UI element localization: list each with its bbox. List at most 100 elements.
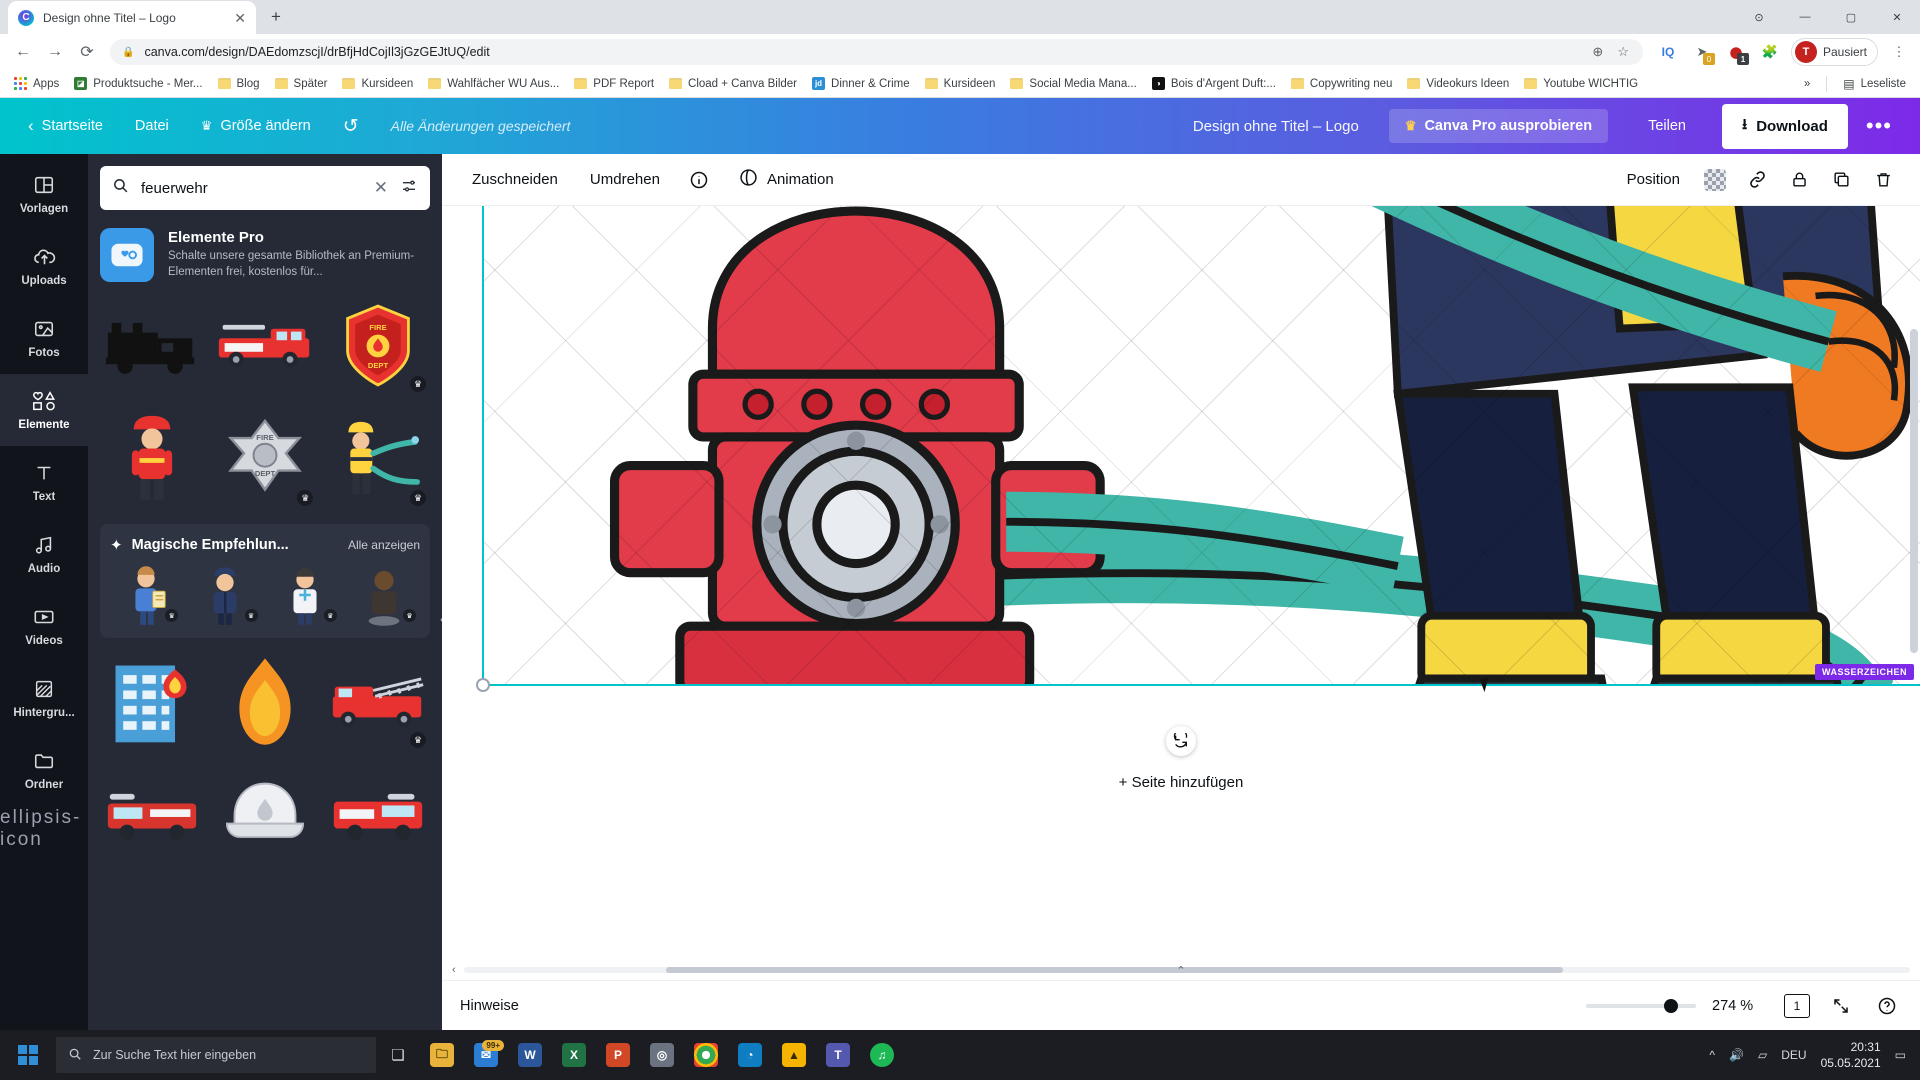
element-fire-truck-red-rear[interactable] xyxy=(325,766,430,866)
animation-button[interactable]: Animation xyxy=(726,159,846,200)
browser-grey-icon[interactable]: ◎ xyxy=(640,1030,684,1080)
bookmark-social-media[interactable]: Social Media Mana... xyxy=(1004,75,1142,93)
elements-pro-card[interactable]: Elemente Pro Schalte unsere gesamte Bibl… xyxy=(100,228,430,282)
file-explorer-icon[interactable]: 🗀 xyxy=(420,1030,464,1080)
crop-button[interactable]: Zuschneiden xyxy=(460,163,570,196)
element-fire-truck-red-front[interactable] xyxy=(100,766,205,866)
bookmark-youtube[interactable]: Youtube WICHTIG xyxy=(1518,75,1644,93)
forward-icon[interactable]: → xyxy=(40,37,70,67)
element-flame-orange[interactable] xyxy=(212,652,318,752)
clear-x-icon[interactable]: ✕ xyxy=(374,178,388,198)
page-number[interactable]: 1 xyxy=(1784,993,1810,1018)
chrome-icon[interactable] xyxy=(684,1030,728,1080)
notes-button[interactable]: Hinweise xyxy=(460,998,519,1014)
transparency-checker-icon[interactable] xyxy=(1696,161,1734,199)
scrollbar-thumb[interactable] xyxy=(1910,329,1918,653)
element-doctor[interactable]: ♛ xyxy=(269,564,341,626)
sidebar-item-elemente[interactable]: Elemente xyxy=(0,374,88,446)
address-bar[interactable]: 🔒 canva.com/design/DAEdomzscjI/drBfjHdCo… xyxy=(110,39,1643,65)
excel-icon[interactable]: X xyxy=(552,1030,596,1080)
sidebar-item-hintergrund[interactable]: Hintergru... xyxy=(0,662,88,734)
bookmark-cload-canva[interactable]: Cload + Canva Bilder xyxy=(663,75,803,93)
file-menu-button[interactable]: Datei xyxy=(121,110,183,142)
taskbar-search-box[interactable]: Zur Suche Text hier eingeben xyxy=(56,1037,376,1073)
element-fire-dept-badge-red[interactable]: FIRE DEPT ♛ xyxy=(325,296,430,396)
teams-icon[interactable]: T xyxy=(816,1030,860,1080)
drive-icon[interactable]: ▲ xyxy=(772,1030,816,1080)
ellipsis-icon[interactable]: ••• xyxy=(1852,113,1906,139)
flip-button[interactable]: Umdrehen xyxy=(578,163,672,196)
help-icon[interactable] xyxy=(1872,991,1902,1021)
sidebar-item-ordner[interactable]: Ordner xyxy=(0,734,88,806)
zoom-slider-thumb[interactable] xyxy=(1664,998,1678,1013)
element-firefighter-with-hose[interactable]: ♛ xyxy=(325,410,430,510)
bookmark-pdf-report[interactable]: PDF Report xyxy=(568,75,660,93)
add-page-button[interactable]: + Seite hinzufügen xyxy=(1105,766,1258,799)
reload-icon[interactable]: ⟳ xyxy=(72,37,102,67)
expand-icon[interactable] xyxy=(1826,991,1856,1021)
bookmark-kursideen-1[interactable]: Kursideen xyxy=(336,75,419,93)
canva-pro-cta-button[interactable]: ♛ Canva Pro ausprobieren xyxy=(1388,109,1609,143)
profile-chip[interactable]: T Pausiert xyxy=(1790,38,1878,66)
canvas-area[interactable]: WASSERZEICHEN + Seite hinzufügen xyxy=(442,206,1920,960)
link-icon[interactable] xyxy=(1738,161,1776,199)
powerpoint-icon[interactable]: P xyxy=(596,1030,640,1080)
zoom-in-icon[interactable]: ⊕ xyxy=(1592,44,1603,60)
selection-handle-bottom-left[interactable] xyxy=(476,678,490,692)
element-fire-truck-silhouette-black[interactable] xyxy=(100,296,205,396)
browser-menu-icon[interactable]: ⋮ xyxy=(1886,39,1912,65)
magic-see-all-link[interactable]: Alle anzeigen xyxy=(348,538,420,552)
canvas-vertical-scrollbar[interactable] xyxy=(1910,262,1918,936)
language-indicator[interactable]: DEU xyxy=(1781,1048,1806,1062)
panel-collapse-button[interactable]: ‹ xyxy=(432,592,442,648)
network-icon[interactable]: ▱ xyxy=(1758,1048,1767,1062)
element-police-officer[interactable]: ♛ xyxy=(189,564,261,626)
element-fire-truck-with-ladder[interactable]: ♛ xyxy=(325,652,430,752)
trash-icon[interactable] xyxy=(1864,161,1902,199)
maximize-icon[interactable]: ▢ xyxy=(1828,0,1874,34)
new-tab-button[interactable]: + xyxy=(262,3,290,31)
bookmark-dinner-crime[interactable]: jd Dinner & Crime xyxy=(806,74,916,93)
scrollbar-track[interactable] xyxy=(463,967,1910,973)
bookmark-videokurs[interactable]: Videokurs Ideen xyxy=(1401,75,1515,93)
bookmark-bois-dargent[interactable]: ◑ Bois d'Argent Duft:... xyxy=(1146,74,1282,93)
zoom-slider[interactable] xyxy=(1586,998,1696,1013)
edge-icon[interactable]: ◔ xyxy=(728,1030,772,1080)
element-person-back-view[interactable]: ♛ xyxy=(348,564,420,626)
resize-button[interactable]: ♛ Größe ändern xyxy=(187,110,325,142)
rail-more-icon[interactable]: ellipsis-icon xyxy=(0,806,88,852)
tray-expand-icon[interactable]: ^ xyxy=(1709,1048,1715,1062)
bookmarks-overflow-icon[interactable]: » xyxy=(1798,75,1816,93)
task-view-icon[interactable]: ❏ xyxy=(376,1030,420,1080)
iq-extension-icon[interactable]: IQ xyxy=(1655,39,1681,65)
mail-icon[interactable]: ✉ 99+ xyxy=(464,1030,508,1080)
close-window-icon[interactable]: ✕ xyxy=(1874,0,1920,34)
reading-list-button[interactable]: ▤ Leseliste xyxy=(1837,74,1912,94)
bookmark-produktsuche[interactable]: ◪ Produktsuche - Mer... xyxy=(68,74,208,93)
sidebar-item-vorlagen[interactable]: Vorlagen xyxy=(0,158,88,230)
element-firefighter-standing-red[interactable] xyxy=(100,410,205,510)
search-input[interactable] xyxy=(141,179,362,197)
bookmark-apps[interactable]: Apps xyxy=(8,74,65,93)
minimize-icon[interactable]: — xyxy=(1782,0,1828,34)
undo-icon[interactable]: ↺ xyxy=(329,107,373,146)
bookmark-copywriting[interactable]: Copywriting neu xyxy=(1285,75,1398,93)
download-button[interactable]: ⭳ Download xyxy=(1721,103,1848,149)
element-fire-dept-maltese-cross-grey[interactable]: FIRE DEPT ♛ xyxy=(212,410,318,510)
sidebar-item-fotos[interactable]: Fotos xyxy=(0,302,88,374)
bookmark-wahlfaecher[interactable]: Wahlfächer WU Aus... xyxy=(422,75,565,93)
sidebar-item-text[interactable]: Text xyxy=(0,446,88,518)
home-button[interactable]: ‹ Startseite xyxy=(14,108,117,144)
position-button[interactable]: Position xyxy=(1615,163,1692,196)
word-icon[interactable]: W xyxy=(508,1030,552,1080)
element-fire-helmet-white[interactable] xyxy=(212,766,318,866)
puzzle-extension-icon[interactable]: 🧩 xyxy=(1757,39,1783,65)
element-person-clipboard[interactable]: ♛ xyxy=(110,564,182,626)
search-bar[interactable]: ✕ xyxy=(100,166,430,210)
share-button[interactable]: Teilen xyxy=(1630,109,1704,143)
duplicate-icon[interactable] xyxy=(1822,161,1860,199)
sidebar-item-audio[interactable]: Audio xyxy=(0,518,88,590)
bookmark-blog[interactable]: Blog xyxy=(212,75,266,93)
element-blue-building-with-fire[interactable] xyxy=(100,652,205,752)
design-page[interactable]: WASSERZEICHEN xyxy=(482,206,1920,686)
